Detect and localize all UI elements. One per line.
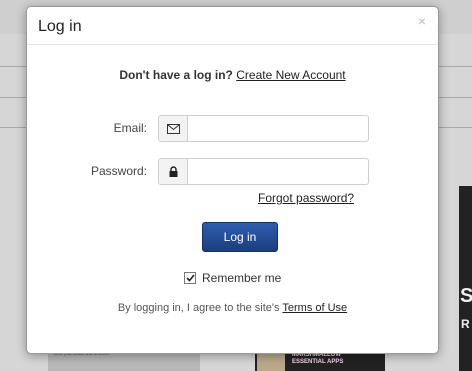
email-input[interactable]: [188, 116, 370, 139]
bg-right-letter: R: [461, 317, 470, 331]
bg-right-card: [459, 186, 472, 371]
login-button[interactable]: Log in: [202, 222, 278, 252]
email-label: Email:: [113, 121, 147, 135]
signup-prompt: Don't have a log in? Create New Account: [27, 68, 438, 82]
password-input[interactable]: [188, 159, 370, 182]
bg-app-title: MARSHMALLOW ESSENTIAL APPS: [292, 352, 344, 365]
forgot-password-link[interactable]: Forgot password?: [258, 191, 354, 205]
login-modal: Log in × Don't have a log in? Create New…: [26, 6, 439, 354]
terms-of-use-link[interactable]: Terms of Use: [282, 302, 347, 314]
remember-me-checkbox[interactable]: [184, 272, 196, 284]
remember-me-label: Remember me: [202, 271, 282, 285]
password-field[interactable]: [158, 158, 370, 185]
bg-right-letter: S: [460, 285, 472, 307]
terms-prefix: By logging in, I agree to the site's: [117, 302, 280, 314]
remember-me-row[interactable]: Remember me: [184, 271, 281, 285]
modal-title: Log in: [38, 18, 82, 35]
create-account-link[interactable]: Create New Account: [236, 68, 345, 82]
password-label: Password:: [90, 164, 147, 178]
terms-notice: By logging in, I agree to the site's Ter…: [27, 302, 438, 314]
lock-icon: [159, 159, 188, 184]
check-icon: [185, 274, 195, 282]
envelope-icon: [159, 116, 188, 141]
close-icon[interactable]: ×: [418, 13, 426, 29]
email-field[interactable]: [158, 115, 370, 142]
signup-question: Don't have a log in?: [119, 68, 233, 82]
modal-header: Log in ×: [27, 7, 438, 45]
